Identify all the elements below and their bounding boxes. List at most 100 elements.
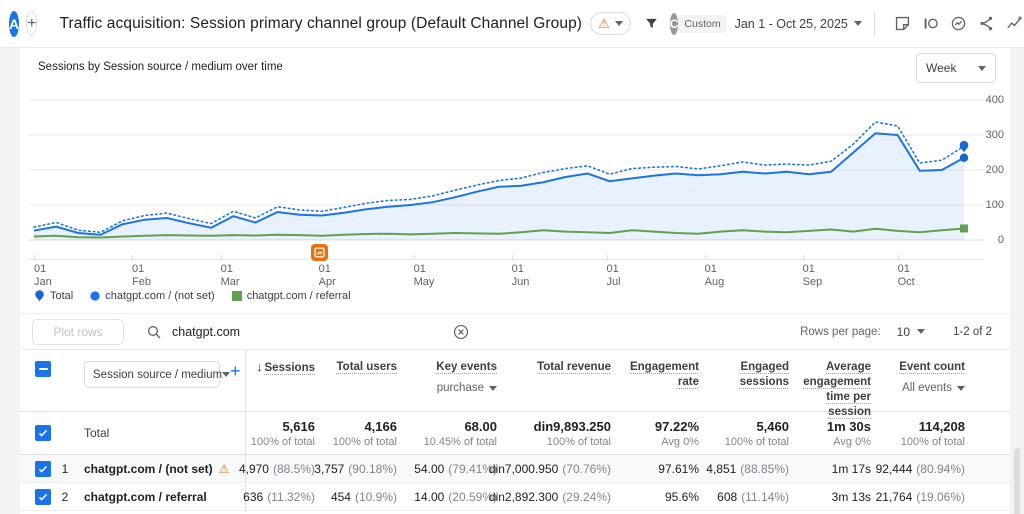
select-all-checkbox[interactable] bbox=[35, 361, 51, 377]
row-checkbox[interactable] bbox=[35, 488, 51, 505]
chart-plot-area[interactable] bbox=[28, 88, 984, 260]
total-label-cell: Total bbox=[72, 412, 245, 454]
column-header-average-engagement-time-per-session[interactable]: Average engagement time per session bbox=[792, 350, 874, 418]
row-checkbox[interactable] bbox=[35, 460, 51, 477]
y-axis-tick-label: 0 bbox=[997, 234, 1004, 246]
column-header-key-events[interactable]: Key events purchase bbox=[400, 350, 500, 411]
table-controls-row: Plot rows Rows per page: 10 1-2 of 2 bbox=[20, 314, 1010, 350]
table-row[interactable]: 2 chatgpt.com / referral 636 (11.32%) 454 (10… bbox=[20, 483, 1010, 511]
table-search[interactable] bbox=[146, 323, 470, 341]
date-range-selector[interactable]: Jan 1 - Oct 25, 2025 bbox=[735, 17, 848, 31]
collaborator-avatar[interactable]: C bbox=[669, 12, 679, 35]
share-icon[interactable] bbox=[975, 12, 999, 36]
note-icon[interactable] bbox=[891, 12, 915, 36]
dimension-selector[interactable]: Session source / medium bbox=[84, 361, 231, 388]
dimension-value: chatgpt.com / (not set) ⚠ bbox=[84, 461, 230, 476]
dimension-header-cell: Session source / medium + bbox=[72, 350, 245, 411]
x-axis-tick-label: 01 Apr bbox=[318, 263, 336, 288]
metric-value: 4,851 bbox=[706, 461, 737, 476]
metric-cell: 454 (10.9%) bbox=[318, 483, 400, 510]
metric-value: 454 bbox=[330, 489, 351, 504]
add-report-button[interactable]: + bbox=[26, 11, 38, 36]
total-select-cell bbox=[20, 412, 58, 454]
metric-percent: (19.06%) bbox=[916, 489, 965, 504]
select-all-cell bbox=[20, 350, 58, 411]
rows-per-page-value[interactable]: 10 bbox=[897, 325, 910, 339]
metric-value: 14.00 bbox=[414, 489, 445, 504]
add-dimension-button[interactable]: + bbox=[230, 361, 241, 382]
data-quality-warning-button[interactable]: ⚠ bbox=[590, 12, 631, 35]
metrics-table: Session source / medium + ↓ Sessions Total… bbox=[20, 350, 1010, 511]
chevron-down-icon bbox=[222, 372, 231, 377]
column-sub-selector[interactable]: All events bbox=[902, 382, 965, 394]
table-total-row: Total 5,616 100% of total 4,166 100% of tot… bbox=[20, 412, 1010, 455]
column-label: Event count bbox=[899, 361, 965, 373]
chevron-down-icon bbox=[978, 65, 986, 71]
x-axis-tick-label: 01 Oct bbox=[897, 263, 915, 288]
x-axis-tick bbox=[704, 255, 706, 260]
total-cell: 68.00 10.45% of total bbox=[400, 412, 500, 454]
legend-item[interactable]: Total bbox=[34, 290, 73, 302]
y-axis-tick-label: 100 bbox=[985, 199, 1004, 211]
chevron-down-icon[interactable] bbox=[917, 329, 925, 334]
column-label: Sessions bbox=[264, 362, 316, 374]
column-header-total-users[interactable]: Total users bbox=[318, 350, 400, 411]
sort-descending-icon: ↓ bbox=[256, 360, 263, 374]
chevron-down-icon bbox=[489, 385, 497, 391]
sessions-line-chart[interactable]: 400 300 200 100 0 01 Jan 01 Feb 01 Mar 01 Apr 01 May 01… bbox=[20, 85, 1010, 313]
total-cell: 1m 30s Avg 0% bbox=[792, 412, 874, 454]
granularity-value: Week bbox=[926, 61, 957, 75]
insights-circle-icon[interactable] bbox=[947, 12, 971, 36]
total-checkbox[interactable] bbox=[35, 425, 51, 441]
column-header-sessions[interactable]: ↓ Sessions bbox=[245, 350, 318, 411]
metric-value: 3m 13s bbox=[831, 489, 871, 504]
insights-spark-icon[interactable] bbox=[1003, 12, 1024, 36]
analytics-logo[interactable]: A bbox=[9, 10, 20, 37]
x-axis-tick bbox=[34, 255, 35, 260]
table-row[interactable]: 1 chatgpt.com / (not set) ⚠ 4,970 (88.5%) 3,7… bbox=[20, 455, 1010, 483]
total-label: Total bbox=[84, 426, 110, 440]
plot-rows-button[interactable]: Plot rows bbox=[32, 318, 124, 345]
table-header-row: Session source / medium + ↓ Sessions Total… bbox=[20, 350, 1010, 418]
chart-title: Sessions by Session source / medium over… bbox=[38, 61, 283, 73]
metric-cell: 3m 13s bbox=[792, 483, 874, 510]
x-axis-tick-label: 01 Jun bbox=[511, 263, 530, 288]
legend-item[interactable]: chatgpt.com / (not set) bbox=[90, 290, 215, 302]
total-value: 97.22% bbox=[654, 418, 699, 434]
rows-per-page-label: Rows per page: bbox=[800, 325, 881, 338]
annotation-icon[interactable] bbox=[310, 244, 328, 261]
column-header-engagement-rate[interactable]: Engagement rate bbox=[614, 350, 702, 411]
x-axis-tick bbox=[897, 255, 899, 260]
metric-cell: 636 (11.32%) bbox=[243, 483, 318, 510]
row-index: 1 bbox=[61, 461, 69, 476]
legend-item[interactable]: chatgpt.com / referral bbox=[231, 290, 351, 302]
column-sub-selector[interactable]: purchase bbox=[437, 382, 497, 394]
vertical-scrollbar[interactable] bbox=[1014, 448, 1020, 514]
filter-icon[interactable] bbox=[643, 15, 660, 32]
metric-value: 54.00 bbox=[414, 461, 445, 476]
search-input[interactable] bbox=[172, 324, 324, 339]
x-axis-tick bbox=[511, 255, 513, 260]
total-subtext: Avg 0% bbox=[661, 435, 699, 448]
column-label: Engaged sessions bbox=[739, 361, 789, 388]
metric-cell: din2,892.300 (29.24%) bbox=[489, 483, 614, 510]
series-end-marker bbox=[959, 140, 969, 153]
comparison-icon[interactable] bbox=[919, 12, 943, 36]
clear-search-icon[interactable] bbox=[452, 323, 470, 341]
legend-label: chatgpt.com / (not set) bbox=[105, 290, 215, 302]
total-value: din9,893.250 bbox=[533, 418, 611, 434]
column-header-total-revenue[interactable]: Total revenue bbox=[500, 350, 614, 411]
warning-icon: ⚠ bbox=[598, 16, 610, 31]
metric-percent: (90.18%) bbox=[348, 461, 397, 476]
right-gutter bbox=[1010, 48, 1024, 514]
column-header-engaged-sessions[interactable]: Engaged sessions bbox=[702, 350, 792, 411]
column-header-event-count[interactable]: Event count All events bbox=[874, 350, 968, 411]
metric-value: 608 bbox=[717, 489, 738, 504]
metric-value: din7,000.950 bbox=[488, 461, 559, 476]
metric-cell: 97.61% bbox=[614, 455, 702, 482]
metric-cell: 608 (11.14%) bbox=[702, 483, 792, 510]
chevron-down-icon bbox=[853, 21, 862, 26]
metric-cell: 54.00 (79.41%) bbox=[400, 455, 500, 482]
metric-value: 95.6% bbox=[664, 489, 699, 504]
granularity-select[interactable]: Week bbox=[916, 53, 996, 83]
